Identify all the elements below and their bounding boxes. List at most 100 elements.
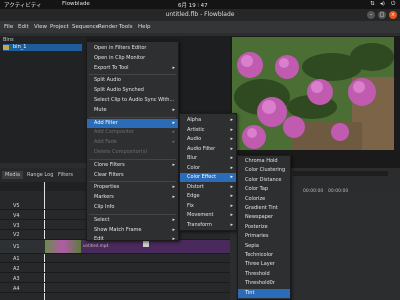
- minimize-button[interactable]: –: [367, 11, 375, 19]
- menu-item-sepia[interactable]: Sepia: [238, 242, 290, 251]
- menu-item-gradient-tint[interactable]: Gradient Tint: [238, 204, 290, 213]
- menu-item-alpha[interactable]: Alpha ▸: [180, 116, 236, 125]
- menu-item-three-layer[interactable]: Three Layer: [238, 260, 290, 269]
- bin-label: bin_1: [13, 44, 27, 50]
- menu-item-label: Add Fade: [94, 139, 118, 146]
- clock[interactable]: 6月 19 ∶ 47: [178, 1, 208, 9]
- menu-item-color-tap[interactable]: Color Tap: [238, 185, 290, 194]
- menu-item-blur[interactable]: Blur ▸: [180, 154, 236, 163]
- menu-item-threshold0r[interactable]: Threshold0r: [238, 279, 290, 288]
- menu-item-mute[interactable]: Mute ▸: [87, 106, 178, 115]
- menu-help[interactable]: Help: [138, 24, 151, 30]
- tab-media[interactable]: Media: [2, 171, 24, 179]
- chevron-right-icon: ▸: [172, 216, 175, 223]
- menu-item-transform[interactable]: Transform ▸: [180, 221, 236, 230]
- menu-item-clear-filters[interactable]: Clear Filters: [87, 171, 178, 180]
- chevron-right-icon: ▸: [172, 184, 175, 191]
- maximize-button[interactable]: □: [378, 11, 386, 19]
- menu-item-audio-filter[interactable]: Audio Filter ▸: [180, 145, 236, 154]
- menu-item-label: Export To Tool: [94, 64, 129, 71]
- menu-item-color-effect[interactable]: Color Effect ▸: [180, 173, 236, 182]
- menu-item-tint[interactable]: Tint: [238, 288, 290, 298]
- menu-item-clone-filters[interactable]: Clone Filters ▸: [87, 161, 178, 170]
- menu-item-distort[interactable]: Distort ▸: [180, 183, 236, 192]
- folder-icon: [3, 45, 9, 50]
- menu-item-select-clip-to-audio-sync-with[interactable]: Select Clip to Audio Sync With...: [87, 96, 178, 105]
- track-label-a1: A1: [13, 256, 20, 262]
- menu-item-label: Tint: [245, 289, 255, 296]
- chevron-right-icon: ▸: [230, 174, 233, 180]
- menu-separator: [89, 116, 176, 118]
- menu-item-edge[interactable]: Edge ▸: [180, 192, 236, 201]
- menu-item-label: Edge: [187, 193, 200, 199]
- track-row: [0, 264, 230, 273]
- clip-context-menu: Open in Filters Editor Open in Clip Monit…: [86, 41, 179, 244]
- menu-item-markers[interactable]: Markers ▸: [87, 193, 178, 202]
- track-label-a2: A2: [13, 266, 20, 272]
- chevron-right-icon: ▸: [230, 136, 233, 142]
- menu-view[interactable]: View: [34, 24, 47, 30]
- menu-item-color-distance[interactable]: Color Distance: [238, 176, 290, 185]
- menu-item-label: Color Effect: [187, 174, 217, 180]
- menu-item-label: Audio: [187, 136, 202, 142]
- menu-item-open-in-clip-monitor[interactable]: Open in Clip Monitor: [87, 54, 178, 63]
- menu-item-chroma-hold[interactable]: Chroma Hold: [238, 157, 290, 166]
- menu-item-label: Markers: [94, 194, 114, 201]
- menu-edit[interactable]: Edit: [18, 24, 29, 30]
- menu-item-show-match-frame[interactable]: Show Match Frame ▸: [87, 226, 178, 235]
- tab-range-log[interactable]: Range Log: [24, 171, 56, 179]
- menubar: File Edit View Project Sequence Render T…: [0, 21, 400, 33]
- menu-item-color-clustering[interactable]: Color Clustering: [238, 166, 290, 175]
- menu-item-threshold[interactable]: Threshold: [238, 270, 290, 279]
- menu-project[interactable]: Project: [50, 24, 69, 30]
- menu-item-export-to-tool[interactable]: Export To Tool ▸: [87, 64, 178, 73]
- menu-tools[interactable]: Tools: [119, 24, 133, 30]
- menu-item-movement[interactable]: Movement ▸: [180, 211, 236, 220]
- menu-item-properties[interactable]: Properties ▸: [87, 183, 178, 192]
- track-label-v2: V2: [13, 232, 20, 238]
- chevron-right-icon: ▸: [230, 202, 233, 209]
- menu-item-colorize[interactable]: Colorize: [238, 195, 290, 204]
- power-icon[interactable]: ⏻: [391, 1, 395, 8]
- chevron-right-icon: ▸: [172, 119, 175, 126]
- app-menu-button[interactable]: Flowblade: [62, 1, 90, 7]
- close-button[interactable]: ×: [389, 11, 397, 19]
- chevron-right-icon: ▸: [230, 221, 233, 228]
- menu-item-add-fade: Add Fade ▸: [87, 138, 178, 147]
- chevron-right-icon: ▸: [230, 212, 233, 218]
- menu-render[interactable]: Render: [98, 24, 118, 30]
- network-icon[interactable]: ⇅: [370, 1, 375, 7]
- chevron-right-icon: ▸: [172, 106, 175, 113]
- volume-icon[interactable]: ◂): [380, 1, 385, 7]
- activities-button[interactable]: アクティビティ: [4, 1, 42, 9]
- os-top-bar: アクティビティ Flowblade 6月 19 ∶ 47 ⇅ ◂) ⏻: [0, 0, 400, 9]
- chevron-right-icon: ▸: [230, 126, 233, 133]
- chevron-right-icon: ▸: [230, 145, 233, 152]
- menu-item-edit[interactable]: Edit ▸: [87, 235, 178, 244]
- chevron-right-icon: ▸: [230, 193, 233, 199]
- menu-item-audio[interactable]: Audio ▸: [180, 135, 236, 144]
- menu-sequence[interactable]: Sequence: [72, 24, 99, 30]
- track-row: [0, 254, 230, 263]
- menu-item-newspaper[interactable]: Newspaper: [238, 213, 290, 222]
- menu-item-open-in-filters-editor[interactable]: Open in Filters Editor: [87, 44, 178, 53]
- menu-item-color[interactable]: Color ▸: [180, 164, 236, 173]
- menu-item-label: Primaries: [245, 233, 269, 240]
- menu-item-fix[interactable]: Fix ▸: [180, 202, 236, 211]
- menu-item-primaries[interactable]: Primaries: [238, 232, 290, 241]
- menu-item-add-filter[interactable]: Add Filter ▸: [87, 118, 178, 128]
- menu-item-split-audio[interactable]: Split Audio: [87, 76, 178, 85]
- chevron-right-icon: ▸: [172, 236, 175, 243]
- menu-item-technicolor[interactable]: Technicolor: [238, 251, 290, 260]
- menu-file[interactable]: File: [4, 24, 13, 30]
- tab-filters[interactable]: Filters: [55, 171, 76, 179]
- menu-item-clip-info[interactable]: Clip Info: [87, 203, 178, 212]
- menu-item-select[interactable]: Select ▸: [87, 216, 178, 225]
- menu-item-artistic[interactable]: Artistic ▸: [180, 126, 236, 135]
- menu-item-split-audio-synched[interactable]: Split Audio Synched: [87, 86, 178, 95]
- bin-item[interactable]: bin_1: [3, 44, 82, 51]
- menu-item-label: Technicolor: [245, 252, 274, 258]
- menu-item-posterize[interactable]: Posterize: [238, 223, 290, 232]
- menu-separator: [89, 213, 176, 215]
- track-label-v4: V4: [13, 213, 20, 219]
